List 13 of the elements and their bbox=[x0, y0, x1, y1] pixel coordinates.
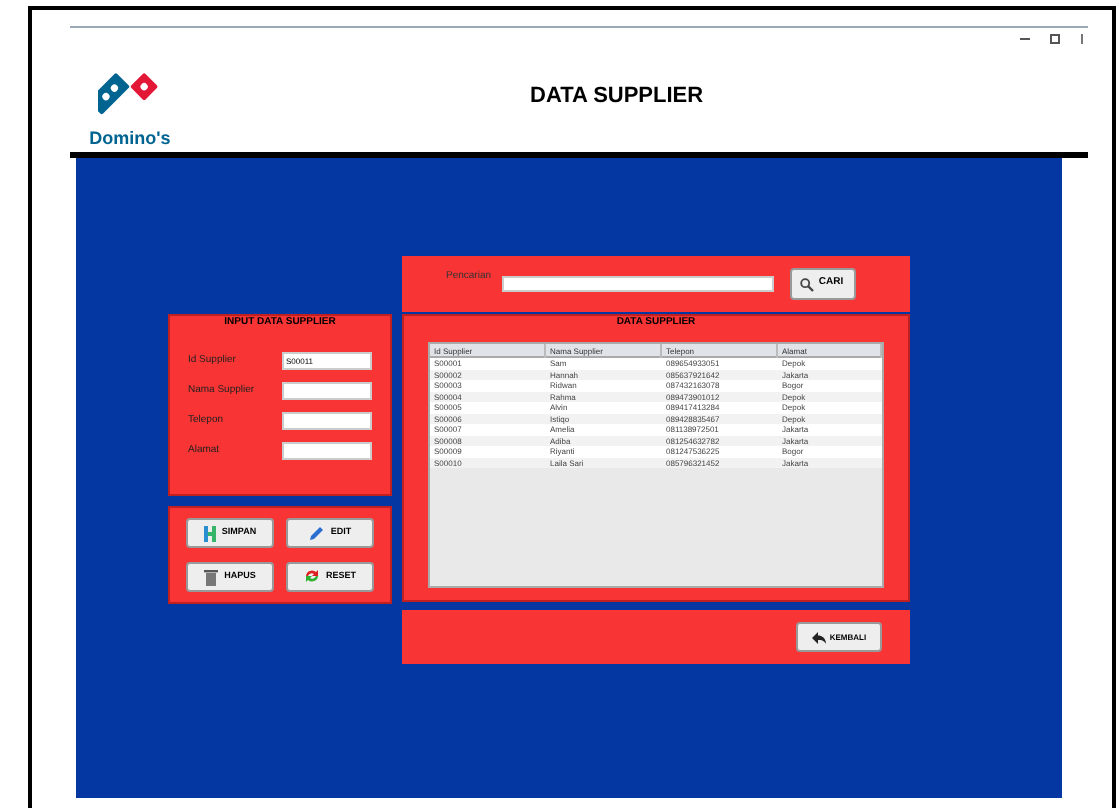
minimize-icon[interactable] bbox=[1020, 34, 1030, 44]
input-field[interactable] bbox=[282, 412, 372, 430]
logo-text: Domino's bbox=[89, 130, 171, 148]
pencil-icon bbox=[308, 525, 325, 541]
refresh-icon bbox=[303, 568, 320, 584]
trash-icon bbox=[204, 567, 219, 585]
input-field[interactable] bbox=[282, 442, 372, 460]
maximize-icon[interactable] bbox=[1050, 34, 1060, 44]
back-arrow-icon bbox=[811, 631, 826, 643]
input-field[interactable] bbox=[282, 382, 372, 400]
search-field[interactable] bbox=[501, 276, 774, 292]
search-icon bbox=[800, 277, 815, 291]
page-title: DATA SUPPLIER bbox=[530, 81, 704, 111]
